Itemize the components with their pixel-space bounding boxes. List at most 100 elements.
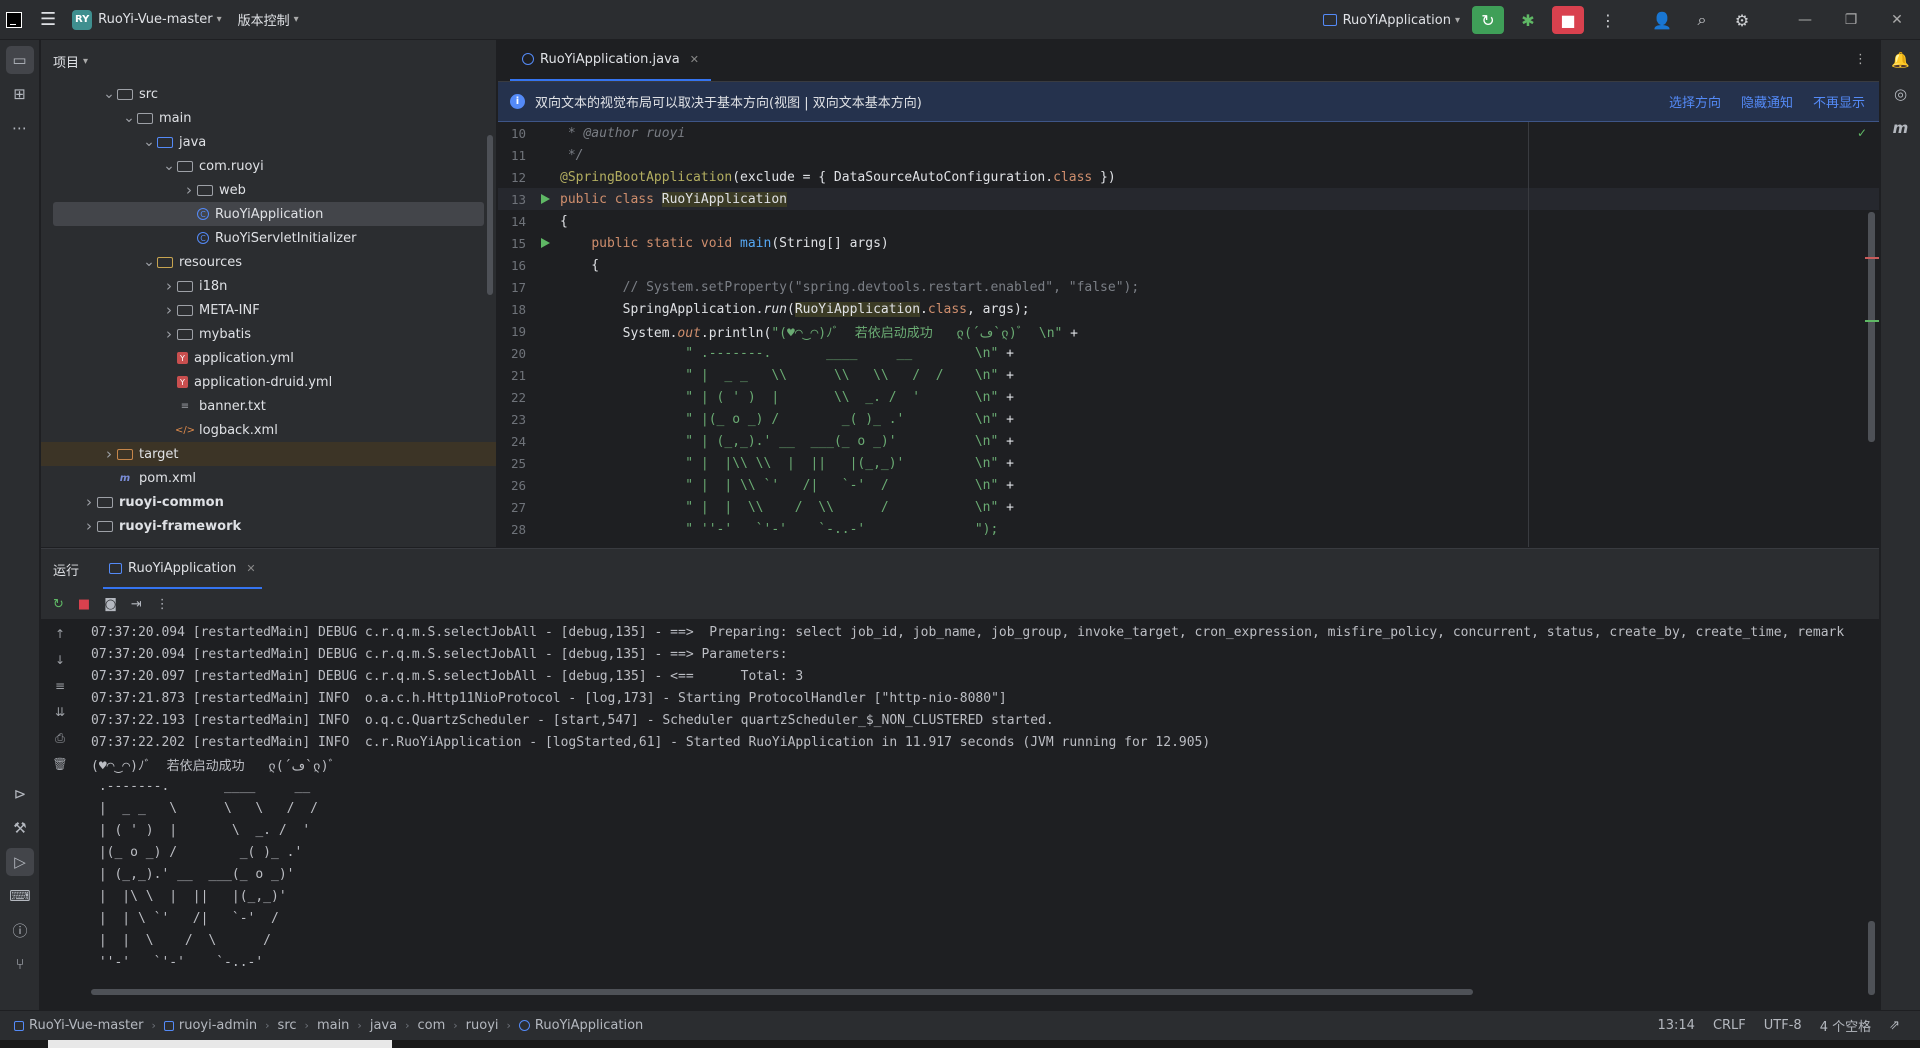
tree-item[interactable]: › i18n	[41, 274, 496, 298]
run-panel-header: 运行 RuoYiApplication ✕	[41, 549, 1879, 589]
breadcrumb-item[interactable]: java	[370, 1018, 397, 1033]
arrow-down-icon[interactable]: ↓	[55, 653, 65, 673]
breadcrumb-item[interactable]: ruoyi	[466, 1018, 499, 1033]
tree-item[interactable]: › META-INF	[41, 298, 496, 322]
tree-item[interactable]: › ruoyi-common	[41, 490, 496, 514]
structure-tool-icon[interactable]: ⊞	[6, 80, 34, 108]
tree-item[interactable]: </> logback.xml	[41, 418, 496, 442]
tab-options-icon[interactable]: ⋮	[1854, 52, 1867, 67]
chevron-right-icon[interactable]: ›	[161, 277, 177, 295]
notifications-icon[interactable]: 🔔	[1887, 46, 1915, 74]
line-separator[interactable]: CRLF	[1713, 1018, 1746, 1033]
chevron-down-icon[interactable]: ⌄	[141, 254, 157, 270]
arrow-up-icon[interactable]: ↑	[55, 627, 65, 647]
gear-icon[interactable]: ⚙	[1726, 6, 1758, 34]
run-tab-ruoyiapplication[interactable]: RuoYiApplication ✕	[103, 549, 262, 589]
maven-tool-icon[interactable]: m	[1887, 114, 1915, 142]
chevron-right-icon[interactable]: ›	[81, 517, 97, 535]
more-actions-button[interactable]: ⋮	[1592, 6, 1624, 34]
debug-button[interactable]: ✱	[1512, 6, 1544, 34]
camera-icon[interactable]: ◙	[104, 597, 117, 612]
add-user-icon[interactable]: 👤	[1646, 6, 1678, 34]
tree-item[interactable]: C RuoYiServletInitializer	[41, 226, 496, 250]
breadcrumb-item[interactable]: RuoYiApplication	[535, 1018, 643, 1033]
stop-icon[interactable]: ■	[78, 597, 90, 612]
tree-item[interactable]: C RuoYiApplication	[53, 202, 484, 226]
taskbar-search[interactable]	[48, 1040, 392, 1048]
trash-icon[interactable]: 🗑	[52, 757, 67, 777]
dont-show-again-link[interactable]: 不再显示	[1813, 92, 1865, 111]
editor-scrollbar[interactable]	[1868, 212, 1875, 442]
ai-assistant-icon[interactable]: ◎	[1887, 80, 1915, 108]
hide-notice-link[interactable]: 隐藏通知	[1741, 92, 1793, 111]
minimize-button[interactable]: —	[1782, 0, 1828, 40]
tree-item[interactable]: › ruoyi-framework	[41, 514, 496, 538]
project-tool-icon[interactable]: ▭	[5, 46, 34, 74]
breadcrumb-item[interactable]: com	[417, 1018, 445, 1033]
print-icon[interactable]: ⎙	[55, 731, 65, 751]
git-tool-icon[interactable]: ⑂	[6, 950, 34, 978]
breadcrumb-item[interactable]: RuoYi-Vue-master	[29, 1018, 143, 1033]
tree-item[interactable]: › target	[41, 442, 496, 466]
close-icon[interactable]: ✕	[246, 562, 255, 575]
breadcrumb-item[interactable]: ruoyi-admin	[179, 1018, 257, 1033]
choose-direction-link[interactable]: 选择方向	[1669, 92, 1721, 111]
console-scrollbar[interactable]	[1868, 921, 1875, 995]
tree-item[interactable]: › web	[41, 178, 496, 202]
close-icon[interactable]: ✕	[690, 53, 699, 66]
rerun-button[interactable]: ↻	[1472, 6, 1504, 34]
run-tool-icon[interactable]: ▷	[6, 848, 34, 876]
vcs-menu[interactable]: 版本控制 ▾	[230, 0, 307, 40]
run-config-selector[interactable]: RuoYiApplication ▾	[1315, 0, 1468, 40]
chevron-right-icon[interactable]: ›	[101, 445, 117, 463]
project-switcher[interactable]: RY RuoYi-Vue-master ▾	[64, 0, 229, 40]
project-scrollbar[interactable]	[487, 135, 493, 295]
chevron-right-icon[interactable]: ›	[81, 493, 97, 511]
exit-icon[interactable]: ⇥	[131, 597, 142, 612]
search-icon[interactable]: ⌕	[1686, 6, 1718, 34]
tree-item[interactable]: ⌄ main	[41, 106, 496, 130]
close-window-button[interactable]: ✕	[1874, 0, 1920, 40]
more-tools-icon[interactable]: ⋯	[6, 114, 34, 142]
problems-tool-icon[interactable]: ⓘ	[6, 916, 34, 944]
file-encoding[interactable]: UTF-8	[1764, 1018, 1802, 1033]
tree-item[interactable]: › mybatis	[41, 322, 496, 346]
code-view[interactable]: 10 * @author ruoyi 11 */12 @SpringBootAppl…	[498, 122, 1879, 547]
tree-item[interactable]: ⌄ java	[41, 130, 496, 154]
tree-item[interactable]: ≡ banner.txt	[41, 394, 496, 418]
scroll-to-end-icon[interactable]: ⇊	[55, 705, 65, 725]
run-gutter-icon[interactable]	[530, 238, 560, 248]
caret-position[interactable]: 13:14	[1657, 1018, 1694, 1033]
run-gutter-icon[interactable]	[530, 194, 560, 204]
soft-wrap-icon[interactable]: ≡	[55, 679, 65, 699]
tree-item[interactable]: Yapplication-druid.yml	[41, 370, 496, 394]
chevron-right-icon[interactable]: ›	[161, 301, 177, 319]
chevron-right-icon[interactable]: ›	[161, 325, 177, 343]
console-hscrollbar[interactable]	[91, 989, 1473, 995]
tab-ruoyiapplication-java[interactable]: RuoYiApplication.java ✕	[510, 39, 711, 81]
tree-item[interactable]: ⌄ resources	[41, 250, 496, 274]
console-output[interactable]: ↑ ↓ ≡ ⇊ ⎙ 🗑 07:37:20.094 [restartedMain]…	[41, 621, 1879, 995]
tree-item[interactable]: Yapplication.yml	[41, 346, 496, 370]
maximize-button[interactable]: ❐	[1828, 0, 1874, 40]
main-menu-button[interactable]: ☰	[32, 0, 64, 40]
tree-item[interactable]: ⌄ src	[41, 82, 496, 106]
more-icon[interactable]: ⋮	[156, 597, 169, 612]
tree-item[interactable]: ⌄ com.ruoyi	[41, 154, 496, 178]
services-tool-icon[interactable]: ⊳	[6, 780, 34, 808]
rerun-icon[interactable]: ↻	[53, 597, 64, 612]
lock-icon[interactable]: ⇗	[1889, 1018, 1900, 1033]
indent-setting[interactable]: 4 个空格	[1820, 1016, 1871, 1035]
chevron-right-icon[interactable]: ›	[181, 181, 197, 199]
breadcrumb-item[interactable]: src	[278, 1018, 297, 1033]
chevron-down-icon[interactable]: ⌄	[141, 134, 157, 150]
breadcrumb-item[interactable]: main	[317, 1018, 349, 1033]
chevron-down-icon[interactable]: ⌄	[121, 110, 137, 126]
chevron-down-icon[interactable]: ⌄	[101, 86, 117, 102]
project-panel-header[interactable]: 项目 ▾	[41, 40, 496, 82]
tree-item[interactable]: m pom.xml	[41, 466, 496, 490]
chevron-down-icon[interactable]: ⌄	[161, 158, 177, 174]
build-tool-icon[interactable]: ⚒	[6, 814, 34, 842]
terminal-tool-icon[interactable]: ⌨	[6, 882, 34, 910]
stop-button[interactable]: ■	[1552, 6, 1584, 34]
